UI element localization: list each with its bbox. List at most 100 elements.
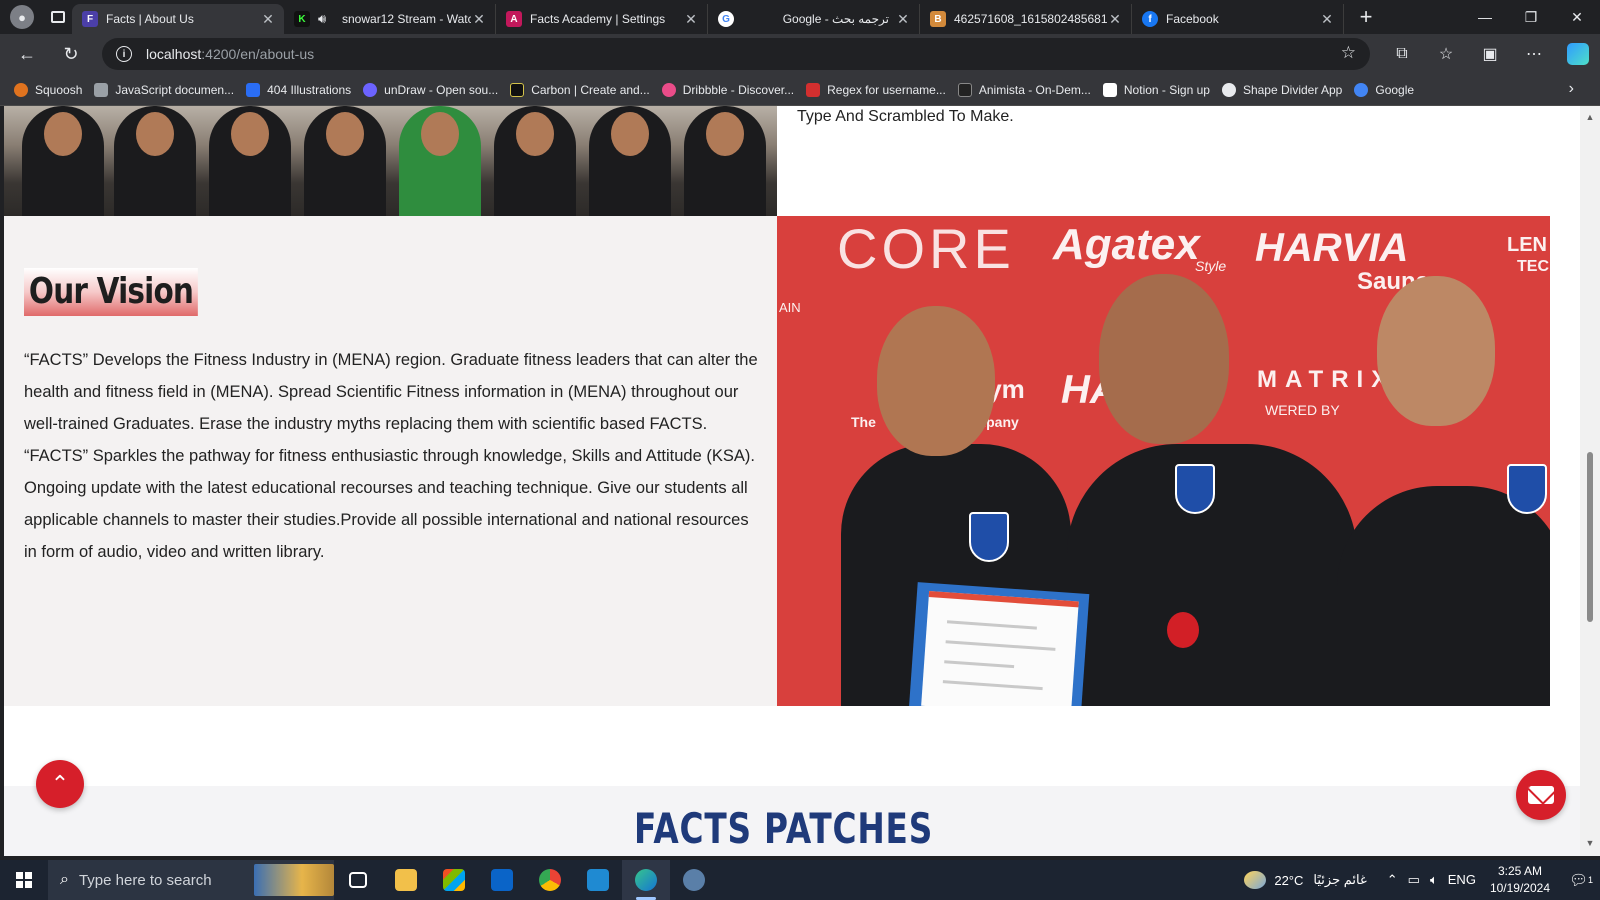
certificate xyxy=(908,582,1090,706)
store-icon xyxy=(443,869,465,891)
bookmark-shape-divider[interactable]: Shape Divider App xyxy=(1220,78,1350,102)
taskbar-clock[interactable]: 3:25 AM 10/19/2024 xyxy=(1490,863,1550,897)
battery-icon[interactable]: ▭ xyxy=(1408,872,1420,888)
favorites-icon[interactable]: ☆ xyxy=(1424,37,1468,71)
chrome-button[interactable] xyxy=(526,860,574,900)
start-button[interactable] xyxy=(0,860,48,900)
scroll-up-arrow-icon[interactable]: ▲ xyxy=(1584,112,1596,124)
bookmark-carbon[interactable]: Carbon | Create and... xyxy=(508,78,658,102)
address-bar[interactable]: i localhost:4200/en/about-us ☆ xyxy=(102,38,1370,70)
certificate-line xyxy=(945,640,1056,651)
facts-badge xyxy=(1507,464,1547,514)
extensions-icon[interactable]: ⧉ xyxy=(1380,37,1424,71)
bookmark-label: 404 Illustrations xyxy=(267,82,352,97)
file-explorer-button[interactable] xyxy=(382,860,430,900)
site-info-icon[interactable]: i xyxy=(116,46,132,62)
facts-badge xyxy=(969,512,1009,562)
close-window-icon[interactable]: ✕ xyxy=(1554,0,1600,34)
tab-facts-about-us[interactable]: F Facts | About Us ✕ xyxy=(72,4,284,34)
bookmarks-bar: Squoosh JavaScript documen... 404 Illust… xyxy=(0,74,1600,106)
close-tab-icon[interactable]: ✕ xyxy=(1107,11,1123,28)
tray-icons: ⌃ ▭ 🔈︎ ENG xyxy=(1387,872,1476,888)
close-tab-icon[interactable]: ✕ xyxy=(683,11,699,28)
sponsor-logo-text: AIN xyxy=(779,300,801,315)
address-url[interactable]: localhost:4200/en/about-us xyxy=(146,46,314,62)
vision-heading: Our Vision xyxy=(24,268,199,316)
photo-person xyxy=(1337,486,1550,706)
weather-widget[interactable]: 22°C غائم جزئيًا xyxy=(1244,871,1367,889)
scroll-down-arrow-icon[interactable]: ▼ xyxy=(1584,838,1596,850)
bookmark-google[interactable]: Google xyxy=(1352,78,1422,102)
bookmark-star-icon[interactable]: ☆ xyxy=(1341,43,1356,63)
photo-person xyxy=(589,106,671,216)
task-view-icon xyxy=(349,872,367,888)
bookmark-squoosh[interactable]: Squoosh xyxy=(12,78,90,102)
language-indicator[interactable]: ENG xyxy=(1448,872,1476,888)
minimize-icon[interactable]: — xyxy=(1462,0,1508,34)
tab-facts-academy-settings[interactable]: A Facts Academy | Settings ✕ xyxy=(496,4,708,34)
bookmark-undraw[interactable]: unDraw - Open sou... xyxy=(361,78,506,102)
vscode-button[interactable] xyxy=(574,860,622,900)
chevron-up-icon[interactable]: ⌃ xyxy=(1387,872,1398,888)
tab-actions-button[interactable] xyxy=(44,3,72,31)
restore-icon[interactable]: ❐ xyxy=(1508,0,1554,34)
volume-icon[interactable]: 🔈︎ xyxy=(1430,872,1438,888)
bookmark-label: Regex for username... xyxy=(827,82,946,97)
bookmark-javascript-docs[interactable]: JavaScript documen... xyxy=(92,78,242,102)
bookmark-favicon-icon xyxy=(363,82,378,97)
contact-mail-button[interactable] xyxy=(1516,770,1566,820)
bookmark-label: Shape Divider App xyxy=(1242,82,1343,97)
more-options-icon[interactable]: ⋯ xyxy=(1512,37,1556,71)
bookmark-favicon-icon xyxy=(94,82,109,97)
close-tab-icon[interactable]: ✕ xyxy=(471,11,487,28)
page-viewport: Type And Scrambled To Make. Our Vision “… xyxy=(4,106,1580,856)
outlook-button[interactable] xyxy=(478,860,526,900)
reload-icon[interactable]: ↻ xyxy=(54,37,88,71)
tab-facebook[interactable]: f Facebook ✕ xyxy=(1132,4,1344,34)
copilot-button[interactable] xyxy=(1556,37,1600,71)
vertical-scrollbar[interactable]: ▲ ▼ xyxy=(1580,106,1600,856)
photo-face xyxy=(136,112,174,156)
bookmark-notion[interactable]: Notion - Sign up xyxy=(1101,78,1218,102)
tab-favicon: F xyxy=(82,11,98,27)
close-tab-icon[interactable]: ✕ xyxy=(1319,11,1335,28)
tab-image-file[interactable]: B 462571608_1615802485681 ✕ xyxy=(920,4,1132,34)
copilot-icon xyxy=(1567,43,1589,65)
back-arrow-icon[interactable]: ← xyxy=(10,37,44,71)
bookmark-regex[interactable]: Regex for username... xyxy=(804,78,954,102)
bookmark-404-illustrations[interactable]: 404 Illustrations xyxy=(244,78,359,102)
sponsor-logo-text: Style xyxy=(1195,258,1227,274)
profile-avatar[interactable]: ● xyxy=(10,5,34,29)
tab-title: Facts | About Us xyxy=(106,12,194,26)
chevron-right-icon[interactable]: › xyxy=(1569,80,1574,98)
scroll-to-top-button[interactable]: ⌃ xyxy=(36,760,84,808)
bookmark-animista[interactable]: Animista - On-Dem... xyxy=(956,78,1099,102)
speaker-icon[interactable]: 🔊︎ xyxy=(318,11,334,27)
collections-icon[interactable]: ▣ xyxy=(1468,37,1512,71)
photo-face xyxy=(421,112,459,156)
tab-actions-icon xyxy=(51,11,65,23)
task-view-button[interactable] xyxy=(334,860,382,900)
system-tray: 22°C غائم جزئيًا ⌃ ▭ 🔈︎ ENG 3:25 AM 10/1… xyxy=(1244,860,1600,900)
bookmark-favicon-icon xyxy=(957,82,972,97)
tab-snowar12-stream[interactable]: K 🔊︎ snowar12 Stream - Watc ✕ xyxy=(284,4,496,34)
tab-google-translate[interactable]: G Google - ترجمه بحث ✕ xyxy=(708,4,920,34)
mission-text-area: Type And Scrambled To Make. xyxy=(777,106,1550,216)
elephant-icon xyxy=(683,869,705,891)
close-tab-icon[interactable]: ✕ xyxy=(260,11,276,28)
microsoft-store-button[interactable] xyxy=(430,860,478,900)
notification-center-button[interactable]: 💬︎ 1 xyxy=(1566,860,1596,900)
search-placeholder: Type here to search xyxy=(78,871,212,889)
taskbar-search[interactable]: ⌕ Type here to search xyxy=(48,860,334,900)
sponsor-logo-text: WERED BY xyxy=(1265,402,1340,418)
scrollbar-thumb[interactable] xyxy=(1587,452,1593,622)
close-tab-icon[interactable]: ✕ xyxy=(895,11,911,28)
team-group-photo xyxy=(4,106,777,216)
vision-paragraph: “FACTS” Develops the Fitness Industry in… xyxy=(24,351,758,561)
edge-button[interactable] xyxy=(622,860,670,900)
sponsor-logo-text: Agatex xyxy=(1053,220,1200,269)
windows-taskbar: ⌕ Type here to search 22°C غائم جزئيًا ⌃… xyxy=(0,860,1600,900)
bookmark-dribbble[interactable]: Dribbble - Discover... xyxy=(660,78,802,102)
new-tab-button[interactable]: + xyxy=(1352,3,1380,31)
postgres-button[interactable] xyxy=(670,860,718,900)
